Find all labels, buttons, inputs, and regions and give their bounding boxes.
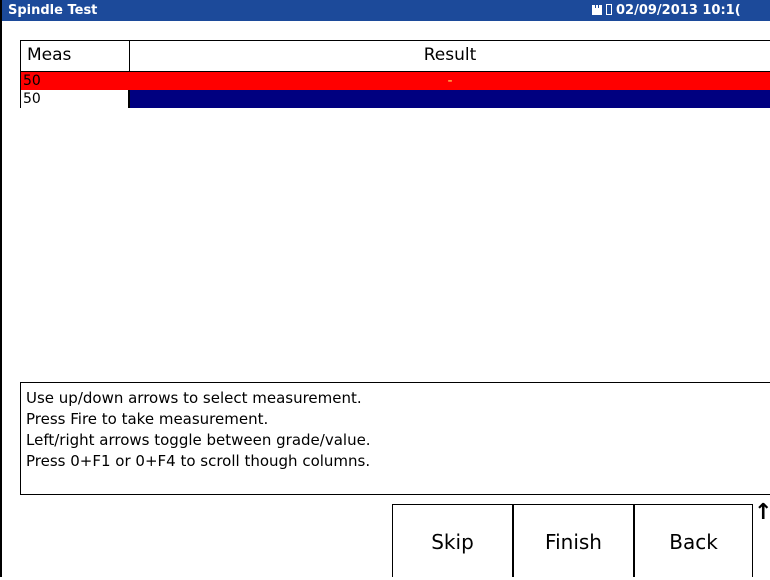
skip-button[interactable]: Skip [392, 504, 513, 577]
battery-icon [606, 4, 612, 15]
column-header-result: Result [423, 45, 477, 65]
meas-cell: 50 [20, 90, 130, 108]
table-row[interactable]: 50 - [20, 72, 770, 90]
help-text-panel: Use up/down arrows to select measurement… [20, 382, 770, 495]
help-line: Press Fire to take measurement. [26, 410, 269, 428]
help-line: Use up/down arrows to select measurement… [26, 389, 362, 407]
help-line: Left/right arrows toggle between grade/v… [26, 431, 371, 449]
finish-button[interactable]: Finish [513, 504, 634, 577]
table-header: Meas Result [20, 41, 770, 72]
column-header-meas: Meas [20, 41, 130, 71]
window-title: Spindle Test [8, 3, 98, 18]
sd-card-icon [592, 5, 602, 15]
measurement-table: Meas Result 50 - 50 [20, 40, 770, 108]
meas-cell: 50 [20, 72, 130, 90]
date-time: 02/09/2013 10:1( [616, 3, 741, 18]
title-bar: Spindle Test 02/09/2013 10:1( [2, 0, 770, 21]
table-row-selected[interactable]: 50 [20, 90, 770, 108]
help-line: Press 0+F1 or 0+F4 to scroll though colu… [26, 452, 371, 470]
status-area: 02/09/2013 10:1( [592, 3, 741, 18]
scroll-up-arrow-icon[interactable]: ↑ [754, 500, 770, 525]
back-button[interactable]: Back [634, 504, 753, 577]
result-cell [130, 90, 770, 108]
result-cell: - [130, 72, 770, 90]
